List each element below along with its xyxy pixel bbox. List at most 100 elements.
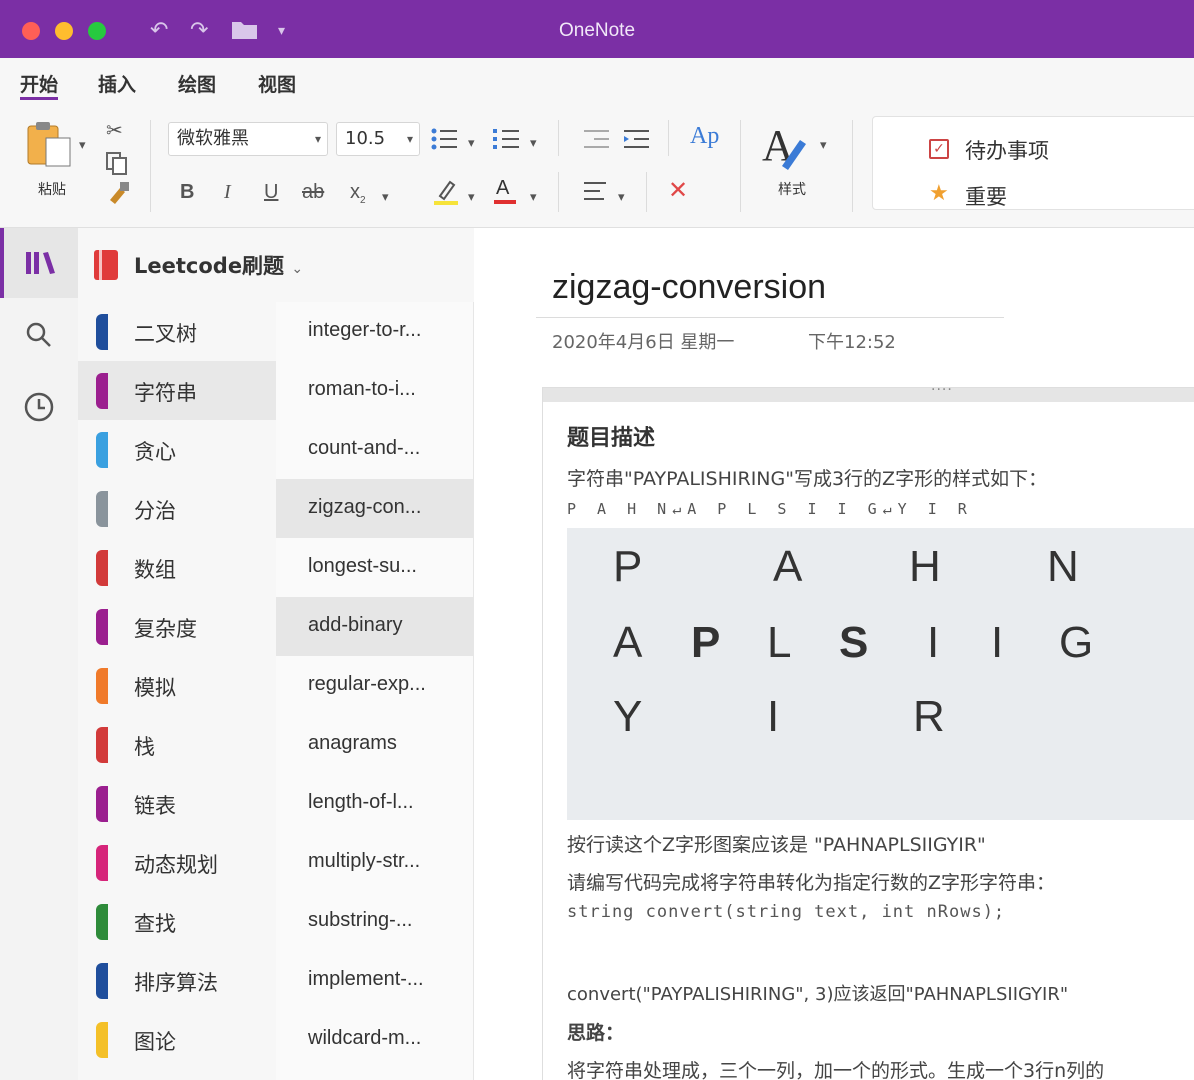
page-item[interactable]: substring-...	[276, 892, 474, 951]
section-name: 链表	[134, 794, 176, 818]
tag-todo[interactable]: 待办事项	[965, 135, 1049, 165]
italic-button[interactable]: I	[224, 180, 231, 204]
page-item[interactable]: add-binary	[276, 597, 474, 656]
chevron-down-icon: ▾	[406, 132, 413, 146]
zigzag-letter: I	[767, 692, 780, 741]
font-size-select[interactable]: 10.5 ▾	[336, 122, 420, 156]
zigzag-letter: Y	[613, 692, 643, 741]
subscript-options-caret[interactable]: ▾	[382, 186, 389, 210]
page-name: zigzag-con...	[308, 496, 422, 518]
highlight-caret[interactable]: ▾	[468, 186, 475, 210]
problem-line-read: 按行读这个Z字形图案应该是 "PAHNAPLSIIGYIR"	[567, 834, 986, 856]
section-item[interactable]: 链表	[78, 774, 276, 833]
section-name: 贪心	[134, 440, 176, 464]
page-name: count-and-...	[308, 437, 421, 459]
font-color-caret[interactable]: ▾	[530, 186, 537, 210]
zigzag-letter: A	[773, 542, 803, 591]
format-painter-icon[interactable]	[104, 180, 132, 211]
section-color-tab	[96, 904, 108, 940]
notebook-icon	[94, 250, 118, 280]
bullet-list-icon[interactable]	[430, 126, 458, 157]
section-item[interactable]: 动态规划	[78, 833, 276, 892]
page-item[interactable]: multiply-str...	[276, 833, 474, 892]
page-name: multiply-str...	[308, 850, 421, 872]
tag-important[interactable]: 重要	[965, 181, 1007, 211]
page-item[interactable]: implement-...	[276, 951, 474, 1010]
page-item[interactable]: zigzag-con...	[276, 479, 474, 538]
page-title[interactable]: zigzag-conversion	[552, 268, 826, 307]
page-date: 2020年4月6日 星期一	[552, 332, 735, 353]
subscript-button[interactable]: x2	[350, 180, 366, 213]
page-item[interactable]: length-of-l...	[276, 774, 474, 833]
paste-options-caret[interactable]: ▾	[79, 134, 86, 158]
styles-caret[interactable]: ▾	[820, 134, 827, 158]
strikethrough-button[interactable]: ab	[302, 180, 324, 204]
paste-label: 粘贴	[38, 182, 66, 198]
tab-view[interactable]: 视图	[258, 70, 296, 100]
spelling-icon[interactable]: Ap	[690, 124, 719, 148]
copy-icon[interactable]	[104, 150, 130, 181]
page-item[interactable]: count-and-...	[276, 420, 474, 479]
align-caret[interactable]: ▾	[618, 186, 625, 210]
container-drag-handle[interactable]: ····	[543, 382, 1194, 402]
section-name: 模拟	[134, 676, 176, 700]
clock-icon	[24, 392, 54, 422]
problem-line-write: 请编写代码完成将字符串转化为指定行数的Z字形字符串：	[567, 872, 1056, 894]
underline-button[interactable]: U	[264, 180, 278, 204]
page-item[interactable]: anagrams	[276, 715, 474, 774]
highlight-icon[interactable]	[432, 178, 460, 211]
bullet-list-caret[interactable]: ▾	[468, 132, 475, 156]
font-size-value: 10.5	[345, 128, 386, 149]
recent-button[interactable]	[0, 372, 78, 442]
tab-home[interactable]: 开始	[20, 70, 59, 100]
section-item[interactable]: 图论	[78, 1010, 276, 1069]
section-item[interactable]: 分治	[78, 479, 276, 538]
numbered-list-caret[interactable]: ▾	[530, 132, 537, 156]
increase-indent-icon[interactable]	[622, 126, 650, 157]
section-name: 栈	[134, 735, 155, 759]
cut-icon[interactable]: ✂	[106, 118, 123, 142]
page-item[interactable]: longest-su...	[276, 538, 474, 597]
decrease-indent-icon[interactable]	[582, 126, 610, 157]
section-color-tab	[96, 727, 108, 763]
zigzag-letter: A	[613, 618, 643, 667]
section-name: 排序算法	[134, 971, 218, 995]
section-name: 二叉树	[134, 322, 197, 346]
title-bar: ↶ ↷ ▾ OneNote	[0, 0, 1194, 58]
section-item[interactable]: 查找	[78, 892, 276, 951]
align-icon[interactable]	[582, 178, 610, 209]
title-underline	[536, 317, 1004, 318]
page-item[interactable]: wildcard-m...	[276, 1010, 474, 1069]
section-item[interactable]: 栈	[78, 715, 276, 774]
clear-formatting-icon[interactable]: ✕	[668, 178, 688, 202]
section-item[interactable]: 排序算法	[78, 951, 276, 1010]
section-item[interactable]: 字符串	[78, 361, 276, 420]
tab-draw[interactable]: 绘图	[178, 70, 216, 100]
font-name-select[interactable]: 微软雅黑 ▾	[168, 122, 328, 156]
note-container[interactable]: ···· 题目描述 字符串"PAYPALISHIRING"写成3行的Z字形的样式…	[542, 382, 1194, 1080]
section-item[interactable]: 二叉树	[78, 302, 276, 361]
section-name: 查找	[134, 912, 176, 936]
section-name: 数组	[134, 558, 176, 582]
paste-icon[interactable]	[24, 120, 76, 175]
notebooks-button[interactable]	[0, 228, 78, 298]
tab-insert[interactable]: 插入	[98, 70, 136, 100]
notebook-selector[interactable]: Leetcode刷题 ⌄	[78, 228, 474, 302]
section-item[interactable]: 数组	[78, 538, 276, 597]
section-item[interactable]: 贪心	[78, 420, 276, 479]
tags-panel: ✓ 待办事项 ★ 重要	[872, 116, 1194, 210]
section-item[interactable]: 模拟	[78, 656, 276, 715]
bold-button[interactable]: B	[180, 180, 194, 204]
page-item[interactable]: integer-to-r...	[276, 302, 474, 361]
styles-label: 样式	[778, 182, 806, 198]
zigzag-figure: PAHNAPLSIIGYIR	[567, 528, 1194, 820]
page-item[interactable]: regular-exp...	[276, 656, 474, 715]
problem-line-1: 字符串"PAYPALISHIRING"写成3行的Z字形的样式如下：	[567, 468, 1048, 490]
section-item[interactable]: 复杂度	[78, 597, 276, 656]
styles-icon[interactable]: A	[762, 118, 814, 177]
page-name: length-of-l...	[308, 791, 414, 813]
page-item[interactable]: roman-to-i...	[276, 361, 474, 420]
search-button[interactable]	[0, 300, 78, 370]
font-color-icon[interactable]: A	[494, 176, 516, 204]
numbered-list-icon[interactable]	[492, 126, 520, 157]
